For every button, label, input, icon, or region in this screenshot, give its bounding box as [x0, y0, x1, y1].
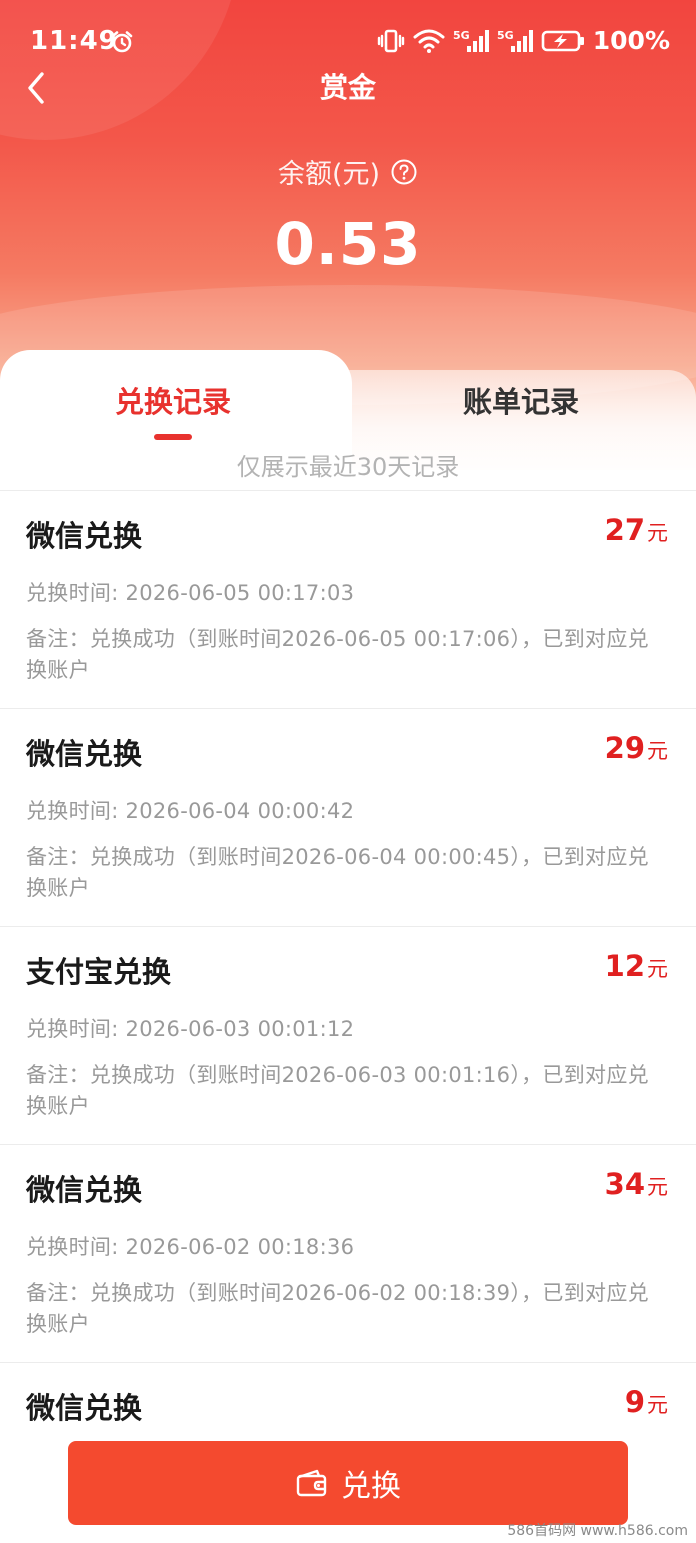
wifi-icon [413, 29, 445, 53]
svg-text:5G: 5G [497, 29, 514, 42]
record-amount: 9元 [624, 1385, 668, 1419]
status-bar: 11:49 5G 5G 100% [0, 22, 696, 62]
signal-icon: 5G [453, 29, 489, 52]
status-time: 11:49 [30, 26, 118, 56]
record-amount: 27元 [604, 513, 668, 547]
record-title: 微信兑换 [26, 1173, 143, 1207]
watermark: 586首码网 www.h586.com [507, 1523, 688, 1539]
exchange-button-label: 兑换 [341, 1469, 401, 1504]
page-title: 赏金 [319, 71, 376, 104]
signal-icon-2: 5G [497, 29, 533, 52]
record-note: 备注：兑换成功（到账时间2026-06-02 00:18:39），已到对应兑换账… [26, 1281, 649, 1336]
tab-active-indicator [154, 434, 192, 440]
record-title: 微信兑换 [26, 1391, 143, 1425]
records-notice: 仅展示最近30天记录 [236, 453, 460, 481]
record-amount: 12元 [604, 949, 668, 983]
status-icons: 5G 5G 100% [377, 26, 670, 55]
svg-text:5G: 5G [453, 29, 470, 42]
record-title: 微信兑换 [26, 737, 143, 771]
record-time: 兑换时间: 2026-06-02 00:18:36 [26, 1235, 355, 1259]
record-note: 备注：兑换成功（到账时间2026-06-05 00:17:06），已到对应兑换账… [26, 627, 649, 682]
wallet-icon [296, 1469, 327, 1497]
tab-exchange-records[interactable]: 兑换记录 [0, 382, 346, 422]
list-item[interactable]: 微信兑换 27元 兑换时间: 2026-06-05 00:17:03 备注：兑换… [0, 490, 696, 708]
record-amount: 29元 [604, 731, 668, 765]
help-icon[interactable] [390, 158, 418, 186]
reward-page: 11:49 5G 5G 100% 赏金 余额(元) 0.53 兑换记录 账单记录… [0, 0, 696, 1543]
record-title: 微信兑换 [26, 519, 143, 553]
exchange-record-list: 微信兑换 27元 兑换时间: 2026-06-05 00:17:03 备注：兑换… [0, 490, 696, 1543]
record-time: 兑换时间: 2026-06-05 00:17:03 [26, 581, 355, 605]
record-note: 备注：兑换成功（到账时间2026-06-03 00:01:16），已到对应兑换账… [26, 1063, 649, 1118]
record-time: 兑换时间: 2026-06-03 00:01:12 [26, 1017, 355, 1041]
record-note: 备注：兑换成功（到账时间2026-06-04 00:00:45），已到对应兑换账… [26, 845, 649, 900]
exchange-button[interactable]: 兑换 [68, 1441, 628, 1525]
list-item[interactable]: 微信兑换 29元 兑换时间: 2026-06-04 00:00:42 备注：兑换… [0, 708, 696, 926]
balance-value: 0.53 [274, 210, 422, 278]
record-time: 兑换时间: 2026-06-04 00:00:42 [26, 799, 355, 823]
record-title: 支付宝兑换 [26, 955, 172, 989]
vibrate-icon [377, 29, 404, 52]
tab-bill-records[interactable]: 账单记录 [346, 382, 696, 422]
balance-label-row: 余额(元) [0, 152, 696, 191]
record-amount: 34元 [604, 1167, 668, 1201]
battery-charging-icon [541, 30, 584, 51]
battery-level: 100% [592, 26, 670, 55]
alarm-icon [111, 31, 133, 53]
list-item[interactable]: 支付宝兑换 12元 兑换时间: 2026-06-03 00:01:12 备注：兑… [0, 926, 696, 1144]
list-item[interactable]: 微信兑换 34元 兑换时间: 2026-06-02 00:18:36 备注：兑换… [0, 1144, 696, 1362]
balance-label: 余额(元) [277, 159, 381, 190]
